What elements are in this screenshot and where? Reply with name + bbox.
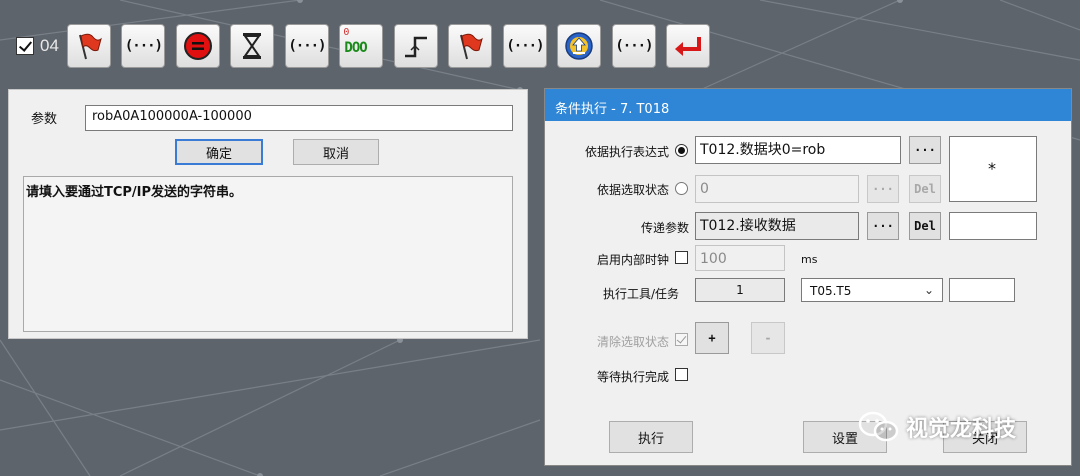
internal-clock-checkbox[interactable]	[675, 251, 688, 264]
rising-edge-button[interactable]	[393, 24, 438, 68]
select-state-input[interactable]: 0	[695, 175, 859, 203]
io-output-button[interactable]: 0 DOO	[339, 24, 384, 68]
expr-input[interactable]: T012.数据块0=rob	[695, 136, 901, 164]
dialog-title-bar: 条件执行 - 7. T018	[545, 89, 1071, 121]
parenthesis-icon: (···)	[506, 38, 544, 54]
clear-state-checkbox[interactable]	[675, 333, 688, 346]
task-select-value: T05.T5	[810, 284, 852, 298]
hourglass-icon	[243, 33, 262, 59]
return-button[interactable]	[666, 24, 711, 68]
task-extra-input[interactable]	[949, 278, 1015, 302]
expr-radio[interactable]	[675, 144, 688, 157]
parenthesis-icon: (···)	[124, 38, 163, 54]
watermark: 视觉龙科技	[858, 410, 1016, 444]
select-state-radio[interactable]	[675, 182, 688, 195]
stop-button[interactable]	[175, 24, 220, 68]
instruction-button-3[interactable]: (···)	[502, 24, 547, 68]
step-toolbar: 04 (···) (···) 0 DOO (···) (···)	[16, 24, 721, 68]
expr-browse-button[interactable]: ···	[909, 136, 941, 164]
task-select[interactable]: T05.T5 ⌄	[801, 278, 943, 302]
instruction-button-1[interactable]: (···)	[121, 24, 166, 68]
hint-text-area: 请填入要通过TCP/IP发送的字符串。	[23, 176, 513, 332]
expr-label: 依据执行表达式	[584, 145, 669, 159]
param-input[interactable]: robA0A100000A-100000	[85, 105, 513, 131]
select-state-label: 依据选取状态	[596, 183, 669, 197]
tool-number-input[interactable]: 1	[695, 278, 785, 302]
parameter-dialog: 参数 robA0A100000A-100000 确定 取消 请填入要通过TCP/…	[8, 89, 528, 339]
select-state-browse-button[interactable]: ···	[867, 175, 899, 203]
clock-input[interactable]: 100	[695, 245, 785, 271]
chevron-down-icon: ⌄	[923, 283, 934, 297]
instruction-button-2[interactable]: (···)	[284, 24, 329, 68]
pass-param-input[interactable]: T012.接收数据	[695, 212, 859, 240]
clear-state-label: 清除选取状态	[596, 335, 669, 349]
flag-button[interactable]	[66, 24, 111, 68]
return-arrow-icon	[675, 37, 702, 56]
pass-param-extra-input[interactable]	[949, 212, 1037, 240]
wechat-icon	[858, 411, 899, 442]
hint-message: 请填入要通过TCP/IP发送的字符串。	[26, 185, 243, 200]
parenthesis-icon: (···)	[288, 38, 326, 54]
parenthesis-icon: (···)	[615, 38, 653, 54]
internal-clock-label: 启用内部时钟	[596, 253, 669, 267]
execute-button[interactable]: 执行	[609, 421, 693, 453]
binary-io-icon: 0 DOO	[343, 27, 367, 56]
dialog-title: 条件执行 - 7. T018	[555, 102, 670, 117]
rising-edge-icon	[404, 36, 427, 58]
stop-icon	[183, 32, 212, 60]
ok-button[interactable]: 确定	[175, 139, 263, 165]
step-enable-checkbox[interactable]	[16, 37, 34, 55]
remove-button[interactable]: -	[751, 322, 785, 354]
flag-icon	[78, 33, 102, 60]
wait-done-label: 等待执行完成	[596, 370, 669, 384]
pass-param-browse-button[interactable]: ···	[867, 212, 899, 240]
flag-icon	[460, 33, 484, 60]
add-button[interactable]: +	[695, 322, 729, 354]
star-preview-box: *	[949, 136, 1037, 202]
step-number: 04	[40, 36, 59, 55]
pass-param-label: 传递参数	[640, 221, 689, 235]
wait-button[interactable]	[230, 24, 275, 68]
pass-param-del-button[interactable]: Del	[909, 212, 941, 240]
instruction-button-4[interactable]: (···)	[611, 24, 656, 68]
watermark-text: 视觉龙科技	[906, 417, 1017, 442]
star-text: *	[988, 159, 996, 178]
wait-done-checkbox[interactable]	[675, 368, 688, 381]
clock-unit: ms	[801, 253, 818, 266]
upload-icon	[565, 32, 594, 60]
flag-button-2[interactable]	[448, 24, 493, 68]
tool-task-label: 执行工具/任务	[602, 287, 679, 301]
param-label: 参数	[31, 112, 58, 127]
upload-button[interactable]	[557, 24, 602, 68]
cancel-button[interactable]: 取消	[293, 139, 379, 165]
select-state-del-button[interactable]: Del	[909, 175, 941, 203]
